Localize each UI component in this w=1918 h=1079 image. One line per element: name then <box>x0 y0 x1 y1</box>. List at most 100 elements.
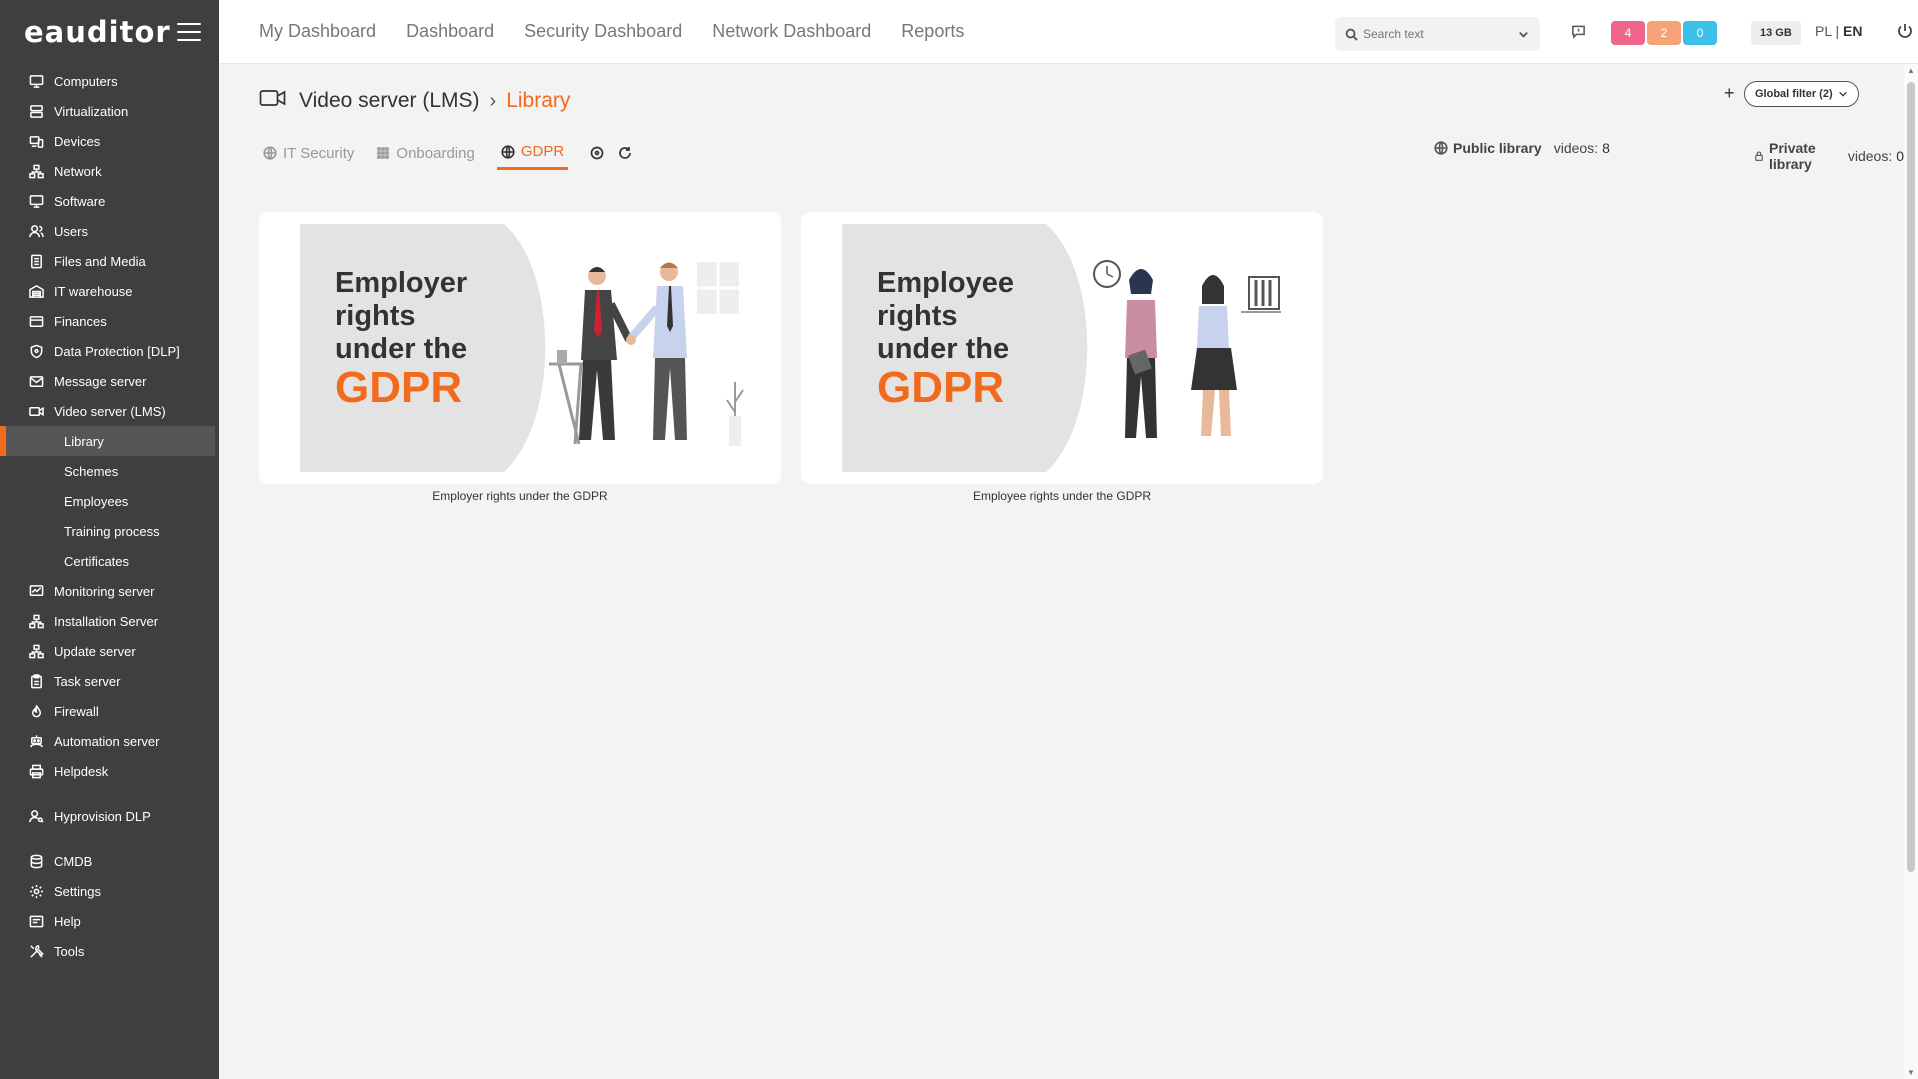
sidebar-item-tools[interactable]: Tools <box>0 936 219 966</box>
tab-it-security[interactable]: IT Security <box>263 136 354 170</box>
sidebar-subitem-training-process[interactable]: Training process <box>0 516 219 546</box>
public-library-count: 8 <box>1602 140 1610 156</box>
add-category-icon[interactable] <box>590 144 608 162</box>
sidebar-item-files-media[interactable]: Files and Media <box>0 246 219 276</box>
chevron-down-icon[interactable] <box>1517 28 1530 41</box>
network-icon <box>28 643 44 659</box>
sidebar-item-computers[interactable]: Computers <box>0 66 219 96</box>
sidebar-item-label: Hyprovision DLP <box>54 808 151 824</box>
video-caption[interactable]: Employer rights under the GDPR <box>259 489 781 503</box>
refresh-icon[interactable] <box>618 144 636 162</box>
search-input[interactable] <box>1363 27 1508 41</box>
robot-icon <box>28 733 44 749</box>
clipboard-icon <box>28 673 44 689</box>
breadcrumb: Video server (LMS) › Library <box>259 88 570 114</box>
alert-badge-warning[interactable]: 2 <box>1647 21 1681 45</box>
sidebar-item-video-server[interactable]: Video server (LMS) <box>0 396 219 426</box>
globe-icon <box>263 146 277 160</box>
sidebar: eauditor Computers Virtualization Device… <box>0 0 219 1079</box>
lang-en[interactable]: EN <box>1843 23 1862 39</box>
lang-pl[interactable]: PL <box>1815 23 1832 39</box>
sidebar-item-data-protection[interactable]: Data Protection [DLP] <box>0 336 219 366</box>
gear-icon <box>28 883 44 899</box>
sidebar-subitem-employees[interactable]: Employees <box>0 486 219 516</box>
thumbnail-line1: Employee <box>877 267 1014 299</box>
sidebar-item-users[interactable]: Users <box>0 216 219 246</box>
video-card[interactable]: Employer rights under the GDPR Employer … <box>259 212 781 503</box>
add-button[interactable]: + <box>1724 83 1735 104</box>
file-icon <box>28 253 44 269</box>
nav-link-security-dashboard[interactable]: Security Dashboard <box>524 21 682 42</box>
sidebar-item-task-server[interactable]: Task server <box>0 666 219 696</box>
sidebar-item-software[interactable]: Software <box>0 186 219 216</box>
tab-label: GDPR <box>520 143 565 160</box>
sidebar-item-help[interactable]: Help <box>0 906 219 936</box>
scroll-down-icon[interactable]: ▼ <box>1907 1068 1915 1077</box>
sidebar-item-label: Finances <box>54 313 107 329</box>
sidebar-item-label: Helpdesk <box>54 763 109 779</box>
global-filter-button[interactable]: Global filter (2) <box>1744 81 1859 107</box>
search-box[interactable] <box>1335 17 1540 51</box>
thumbnail-line4: GDPR <box>335 363 462 412</box>
sidebar-subitem-certificates[interactable]: Certificates <box>0 546 219 576</box>
scrollbar[interactable]: ▲ ▼ <box>1904 64 1918 1079</box>
sidebar-item-label: Help <box>54 913 81 929</box>
help-icon <box>28 913 44 929</box>
alert-badge-info[interactable]: 0 <box>1683 21 1717 45</box>
private-library-info[interactable]: Private library videos: 0 <box>1754 140 1904 172</box>
sidebar-item-settings[interactable]: Settings <box>0 876 219 906</box>
video-caption[interactable]: Employee rights under the GDPR <box>801 489 1323 503</box>
nav-link-my-dashboard[interactable]: My Dashboard <box>259 21 376 42</box>
video-card[interactable]: Employee rights under the GDPR Employee … <box>801 212 1323 503</box>
employee-illustration: Employee rights under the GDPR <box>842 224 1281 472</box>
sidebar-item-it-warehouse[interactable]: IT warehouse <box>0 276 219 306</box>
tab-label: Onboarding <box>396 144 475 162</box>
scrollbar-thumb[interactable] <box>1907 82 1915 872</box>
grid-icon <box>377 147 390 159</box>
thumbnail-line3: under the <box>877 333 1009 365</box>
sidebar-item-label: Training process <box>64 523 160 539</box>
video-camera-icon <box>259 88 287 114</box>
video-thumbnail[interactable]: Employee rights under the GDPR <box>801 212 1323 484</box>
video-grid: Employer rights under the GDPR Employer … <box>259 212 1323 503</box>
monitor-icon <box>28 193 44 209</box>
tab-onboarding[interactable]: Onboarding <box>376 136 475 170</box>
sidebar-item-automation-server[interactable]: Automation server <box>0 726 219 756</box>
shield-icon <box>28 343 44 359</box>
sidebar-item-devices[interactable]: Devices <box>0 126 219 156</box>
sidebar-item-label: Devices <box>54 133 101 149</box>
scroll-up-icon[interactable]: ▲ <box>1907 66 1915 75</box>
sidebar-item-firewall[interactable]: Firewall <box>0 696 219 726</box>
sidebar-item-cmdb[interactable]: CMDB <box>0 846 219 876</box>
sidebar-item-message-server[interactable]: Message server <box>0 366 219 396</box>
sidebar-item-label: Settings <box>54 883 101 899</box>
alert-badge-critical[interactable]: 4 <box>1611 21 1645 45</box>
alert-badges: 4 2 0 <box>1611 21 1717 45</box>
tab-gdpr[interactable]: GDPR <box>496 136 569 170</box>
sidebar-item-installation-server[interactable]: Installation Server <box>0 606 219 636</box>
nav-link-dashboard[interactable]: Dashboard <box>406 21 494 42</box>
thumbnail-line1: Employer <box>335 267 467 299</box>
sidebar-item-label: Network <box>54 163 102 179</box>
video-thumbnail[interactable]: Employer rights under the GDPR <box>259 212 781 484</box>
sidebar-item-update-server[interactable]: Update server <box>0 636 219 666</box>
sidebar-item-finances[interactable]: Finances <box>0 306 219 336</box>
power-icon[interactable] <box>1896 22 1914 40</box>
nav-link-reports[interactable]: Reports <box>901 21 964 42</box>
sidebar-item-label: Virtualization <box>54 103 129 119</box>
sidebar-subitem-schemes[interactable]: Schemes <box>0 456 219 486</box>
sidebar-item-monitoring-server[interactable]: Monitoring server <box>0 576 219 606</box>
thumbnail-line3: under the <box>335 333 467 365</box>
sidebar-item-virtualization[interactable]: Virtualization <box>0 96 219 126</box>
sidebar-item-helpdesk[interactable]: Helpdesk <box>0 756 219 786</box>
sidebar-subitem-library[interactable]: Library <box>0 426 215 456</box>
breadcrumb-section[interactable]: Video server (LMS) <box>299 89 480 113</box>
storage-indicator: 13 GB <box>1751 21 1801 45</box>
tools-icon <box>28 943 44 959</box>
hamburger-menu-icon[interactable] <box>177 23 201 41</box>
sidebar-item-hyprovision-dlp[interactable]: Hyprovision DLP <box>0 801 219 831</box>
nav-link-network-dashboard[interactable]: Network Dashboard <box>712 21 871 42</box>
message-icon[interactable] <box>1571 24 1587 40</box>
public-library-info[interactable]: Public library videos: 8 <box>1434 140 1610 156</box>
sidebar-item-network[interactable]: Network <box>0 156 219 186</box>
